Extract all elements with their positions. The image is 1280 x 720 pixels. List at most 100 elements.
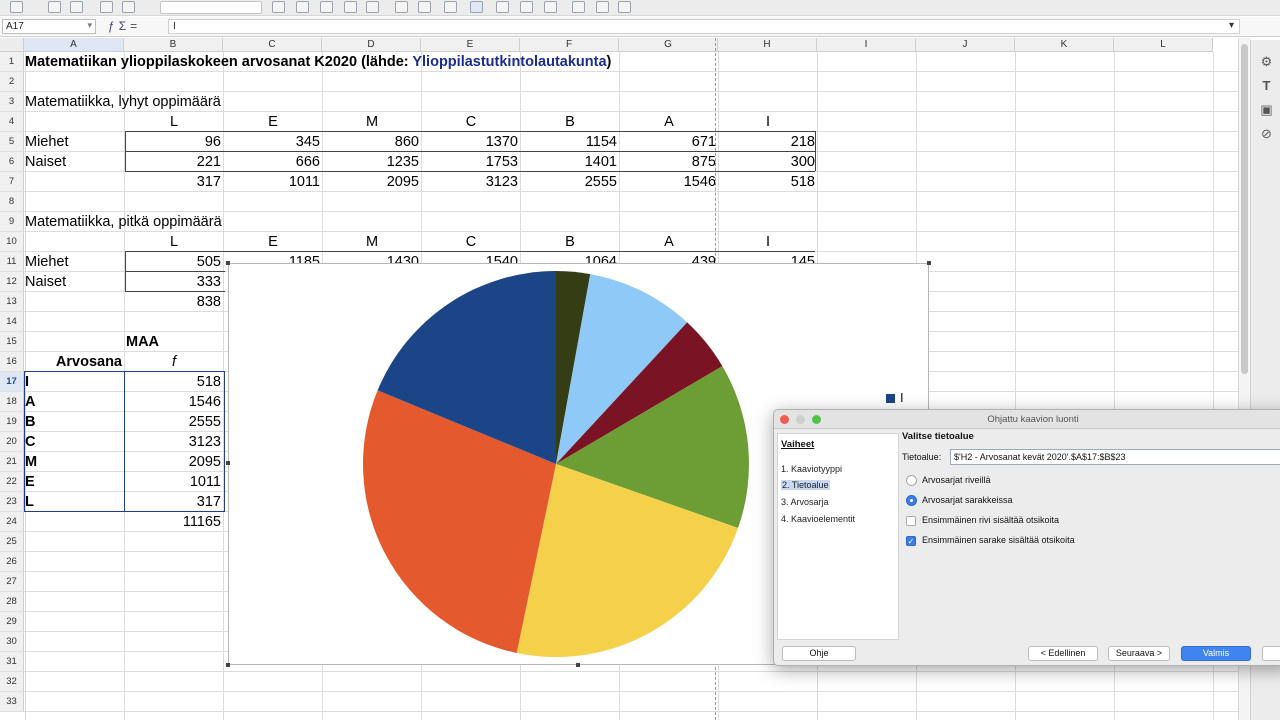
select-all-corner[interactable] xyxy=(0,38,24,52)
row-header-16[interactable]: 16 xyxy=(0,352,24,372)
step-chart-elements[interactable]: 4. Kaavioelementit xyxy=(781,514,855,524)
table-icon[interactable] xyxy=(320,1,333,13)
special-char-icon[interactable] xyxy=(520,1,533,13)
row-header-31[interactable]: 31 xyxy=(0,652,24,672)
step-data-series[interactable]: 3. Arvosarja xyxy=(781,497,829,507)
zoom-window-icon[interactable] xyxy=(812,415,821,424)
freeze-icon[interactable] xyxy=(618,1,631,13)
wrap-icon[interactable] xyxy=(272,1,285,13)
print-icon[interactable] xyxy=(70,1,83,13)
row-header-15[interactable]: 15 xyxy=(0,332,24,352)
row-header-5[interactable]: 5 xyxy=(0,132,24,152)
align-icon[interactable] xyxy=(344,1,357,13)
row-header-18[interactable]: 18 xyxy=(0,392,24,412)
option-first-column-label[interactable]: ✓ Ensimmäinen sarake sisältää otsikoita xyxy=(906,535,1075,546)
row-header-20[interactable]: 20 xyxy=(0,432,24,452)
row-header-3[interactable]: 3 xyxy=(0,92,24,112)
name-box[interactable]: A17 xyxy=(2,19,96,34)
column-header-c[interactable]: C xyxy=(223,38,322,52)
formula-icon[interactable]: = xyxy=(130,19,141,33)
row-header-25[interactable]: 25 xyxy=(0,532,24,552)
column-header-i[interactable]: I xyxy=(817,38,916,52)
row-header-33[interactable]: 33 xyxy=(0,692,24,712)
row-header-21[interactable]: 21 xyxy=(0,452,24,472)
source-link[interactable]: Ylioppilastutkintolautakunta xyxy=(412,54,606,70)
row-header-27[interactable]: 27 xyxy=(0,572,24,592)
cancel-button[interactable] xyxy=(1262,646,1280,661)
merge-icon[interactable] xyxy=(366,1,379,13)
row-header-12[interactable]: 12 xyxy=(0,272,24,292)
insert-chart-icon[interactable] xyxy=(444,1,457,13)
row-header-23[interactable]: 23 xyxy=(0,492,24,512)
row-header-26[interactable]: 26 xyxy=(0,552,24,572)
function-wizard-icon[interactable]: ƒ xyxy=(108,19,119,33)
column-header-l[interactable]: L xyxy=(1114,38,1213,52)
row-header-2[interactable]: 2 xyxy=(0,72,24,92)
column-header-j[interactable]: J xyxy=(916,38,1015,52)
radio-columns[interactable] xyxy=(906,495,917,507)
range-input[interactable]: $'H2 - Arvosanat kevät 2020'.$A$17:$B$23 xyxy=(950,449,1280,465)
row-header-29[interactable]: 29 xyxy=(0,612,24,632)
option-series-in-columns[interactable]: Arvosarjat sarakkeissa xyxy=(906,495,1013,507)
format-paint-icon[interactable] xyxy=(296,1,309,13)
step-chart-type[interactable]: 1. Kaaviotyyppi xyxy=(781,464,842,474)
option-series-in-rows[interactable]: Arvosarjat riveillä xyxy=(906,475,991,487)
minimize-window-icon[interactable] xyxy=(796,415,805,424)
step-data-range[interactable]: 2. Tietoalue xyxy=(781,480,830,490)
column-header-f[interactable]: F xyxy=(520,38,619,52)
export-pdf-icon[interactable] xyxy=(48,1,61,13)
next-button[interactable]: Seuraava > xyxy=(1108,646,1170,661)
formula-input[interactable]: I xyxy=(168,19,1240,34)
row-header-24[interactable]: 24 xyxy=(0,512,24,532)
row-header-32[interactable]: 32 xyxy=(0,672,24,692)
formula-tools[interactable]: ƒΣ= xyxy=(108,19,141,33)
scroll-thumb[interactable] xyxy=(1241,44,1248,374)
save-icon[interactable] xyxy=(10,1,23,13)
finish-button[interactable]: Valmis xyxy=(1181,646,1251,661)
row-header-19[interactable]: 19 xyxy=(0,412,24,432)
row-header-30[interactable]: 30 xyxy=(0,632,24,652)
row-header-22[interactable]: 22 xyxy=(0,472,24,492)
column-header-k[interactable]: K xyxy=(1015,38,1114,52)
styles-icon[interactable]: T xyxy=(1259,78,1274,93)
insert-image-icon[interactable] xyxy=(496,1,509,13)
option-first-row-label[interactable]: Ensimmäinen rivi sisältää otsikoita xyxy=(906,515,1059,526)
column-header-g[interactable]: G xyxy=(619,38,718,52)
row-header-1[interactable]: 1 xyxy=(0,52,24,72)
row-header-7[interactable]: 7 xyxy=(0,172,24,192)
column-header-a[interactable]: A xyxy=(24,38,124,52)
checkbox-first-row[interactable] xyxy=(906,515,916,526)
row-header-11[interactable]: 11 xyxy=(0,252,24,272)
header-footer-icon[interactable] xyxy=(596,1,609,13)
sort-icon[interactable] xyxy=(418,1,431,13)
comment-icon[interactable] xyxy=(572,1,585,13)
row-header-13[interactable]: 13 xyxy=(0,292,24,312)
properties-icon[interactable]: ⚙ xyxy=(1259,54,1274,69)
chart-icon[interactable] xyxy=(395,1,408,13)
column-header-h[interactable]: H xyxy=(718,38,817,52)
sum-icon[interactable]: Σ xyxy=(119,19,130,33)
column-header-b[interactable]: B xyxy=(124,38,223,52)
navigator-icon[interactable]: ⊘ xyxy=(1259,126,1274,141)
gallery-icon[interactable]: ▣ xyxy=(1259,102,1274,117)
row-header-9[interactable]: 9 xyxy=(0,212,24,232)
row-header-6[interactable]: 6 xyxy=(0,152,24,172)
back-button[interactable]: < Edellinen xyxy=(1028,646,1098,661)
row-header-28[interactable]: 28 xyxy=(0,592,24,612)
hyperlink-icon[interactable] xyxy=(544,1,557,13)
help-button[interactable]: Ohje xyxy=(782,646,856,661)
row-header-17[interactable]: 17 xyxy=(0,372,24,392)
checkbox-first-column[interactable]: ✓ xyxy=(906,535,916,546)
expand-formula-icon[interactable]: ▾ xyxy=(1229,20,1234,31)
pivot-table-icon[interactable] xyxy=(470,1,483,13)
undo-icon[interactable] xyxy=(100,1,113,13)
redo-icon[interactable] xyxy=(122,1,135,13)
row-header-4[interactable]: 4 xyxy=(0,112,24,132)
style-combo[interactable] xyxy=(160,1,262,14)
row-header-8[interactable]: 8 xyxy=(0,192,24,212)
column-header-d[interactable]: D xyxy=(322,38,421,52)
row-header-10[interactable]: 10 xyxy=(0,232,24,252)
row-header-14[interactable]: 14 xyxy=(0,312,24,332)
close-window-icon[interactable] xyxy=(780,415,789,424)
column-header-e[interactable]: E xyxy=(421,38,520,52)
